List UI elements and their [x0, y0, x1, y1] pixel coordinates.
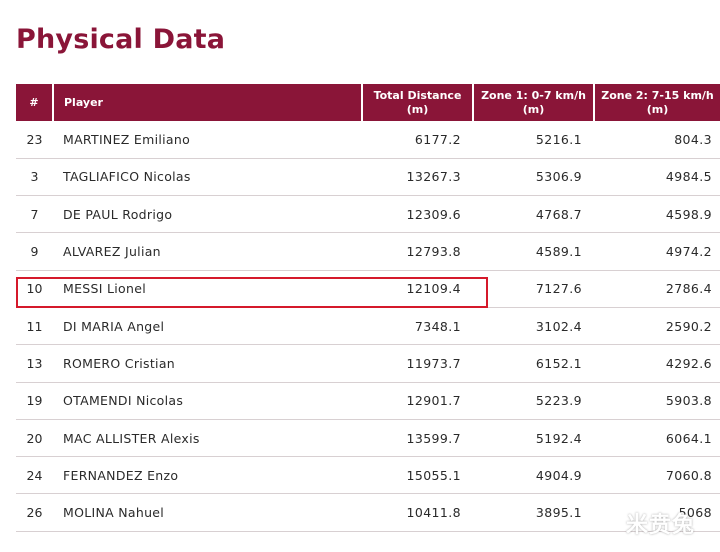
- table-row: 13 ROMERO Cristian 11973.7 6152.1 4292.6: [16, 344, 720, 383]
- cell-zone1: 4904.9: [473, 456, 594, 495]
- cell-zone2: 4974.2: [594, 232, 720, 271]
- table-row: 19 OTAMENDI Nicolas 12901.7 5223.9 5903.…: [16, 382, 720, 420]
- cell-number: 13: [16, 344, 53, 383]
- cell-zone1: 5192.4: [473, 419, 594, 458]
- cell-zone2: 4984.5: [594, 158, 720, 197]
- column-header-player: Player: [53, 84, 363, 121]
- cell-total-distance: 6177.2: [362, 121, 473, 159]
- cell-player: DI MARIA Angel: [53, 307, 362, 346]
- table-row: 26 MOLINA Nahuel 10411.8 3895.1 5068: [16, 493, 720, 532]
- cell-zone1: 6152.1: [473, 344, 594, 383]
- table-row: 24 FERNANDEZ Enzo 15055.1 4904.9 7060.8: [16, 456, 720, 495]
- cell-total-distance: 10411.8: [362, 493, 473, 532]
- cell-zone1: 3102.4: [473, 307, 594, 346]
- cell-total-distance: 13267.3: [362, 158, 473, 197]
- cell-number: 3: [16, 158, 53, 197]
- cell-number: 19: [16, 382, 53, 420]
- cell-player: DE PAUL Rodrigo: [53, 195, 362, 234]
- cell-zone1: 5306.9: [473, 158, 594, 197]
- cell-player: ROMERO Cristian: [53, 344, 362, 383]
- column-header-zone2: Zone 2: 7-15 km/h (m): [594, 84, 720, 121]
- cell-zone2: 2786.4: [594, 270, 720, 308]
- cell-zone2: 7060.8: [594, 456, 720, 495]
- cell-zone2: 2590.2: [594, 307, 720, 346]
- cell-zone1: 4768.7: [473, 195, 594, 234]
- cell-number: 20: [16, 419, 53, 458]
- cell-zone1: 3895.1: [473, 493, 594, 532]
- cell-player: OTAMENDI Nicolas: [53, 382, 362, 420]
- cell-zone1: 5223.9: [473, 382, 594, 420]
- cell-total-distance: 13599.7: [362, 419, 473, 458]
- table-row: 3 TAGLIAFICO Nicolas 13267.3 5306.9 4984…: [16, 158, 720, 197]
- cell-total-distance: 12109.4: [362, 270, 473, 308]
- cell-total-distance: 15055.1: [362, 456, 473, 495]
- table-row: 23 MARTINEZ Emiliano 6177.2 5216.1 804.3: [16, 121, 720, 159]
- cell-number: 10: [16, 270, 53, 308]
- cell-zone2: 5903.8: [594, 382, 720, 420]
- cell-zone2: 804.3: [594, 121, 720, 159]
- cell-total-distance: 11973.7: [362, 344, 473, 383]
- table-row: 11 DI MARIA Angel 7348.1 3102.4 2590.2: [16, 307, 720, 346]
- cell-zone1: 4589.1: [473, 232, 594, 271]
- cell-player: FERNANDEZ Enzo: [53, 456, 362, 495]
- cell-number: 9: [16, 232, 53, 271]
- cell-number: 23: [16, 121, 53, 159]
- cell-number: 26: [16, 493, 53, 532]
- table-row: 20 MAC ALLISTER Alexis 13599.7 5192.4 60…: [16, 419, 720, 458]
- watermark: 米贲兔: [626, 513, 696, 538]
- cell-zone2: 6064.1: [594, 419, 720, 458]
- column-header-number: #: [16, 84, 54, 121]
- cell-total-distance: 7348.1: [362, 307, 473, 346]
- column-header-zone1: Zone 1: 0-7 km/h (m): [473, 84, 595, 121]
- cell-total-distance: 12309.6: [362, 195, 473, 234]
- cell-zone2: 4598.9: [594, 195, 720, 234]
- column-header-total-distance: Total Distance (m): [362, 84, 474, 121]
- table-row: 9 ALVAREZ Julian 12793.8 4589.1 4974.2: [16, 232, 720, 271]
- table-row-highlighted: 10 MESSI Lionel 12109.4 7127.6 2786.4: [16, 270, 720, 308]
- cell-zone1: 5216.1: [473, 121, 594, 159]
- physical-data-table: # Player Total Distance (m) Zone 1: 0-7 k…: [16, 84, 720, 532]
- cell-number: 24: [16, 456, 53, 495]
- table-row: 7 DE PAUL Rodrigo 12309.6 4768.7 4598.9: [16, 195, 720, 234]
- cell-zone2: 4292.6: [594, 344, 720, 383]
- cell-player: MAC ALLISTER Alexis: [53, 419, 362, 458]
- cell-number: 7: [16, 195, 53, 234]
- cell-player: ALVAREZ Julian: [53, 232, 362, 271]
- cell-player: MESSI Lionel: [53, 270, 362, 308]
- cell-zone1: 7127.6: [473, 270, 594, 308]
- cell-total-distance: 12793.8: [362, 232, 473, 271]
- cell-player: MARTINEZ Emiliano: [53, 121, 362, 159]
- cell-player: MOLINA Nahuel: [53, 493, 362, 532]
- page-title: Physical Data: [16, 24, 226, 55]
- cell-player: TAGLIAFICO Nicolas: [53, 158, 362, 197]
- cell-total-distance: 12901.7: [362, 382, 473, 420]
- table-header-row: # Player Total Distance (m) Zone 1: 0-7 k…: [16, 84, 720, 121]
- cell-number: 11: [16, 307, 53, 346]
